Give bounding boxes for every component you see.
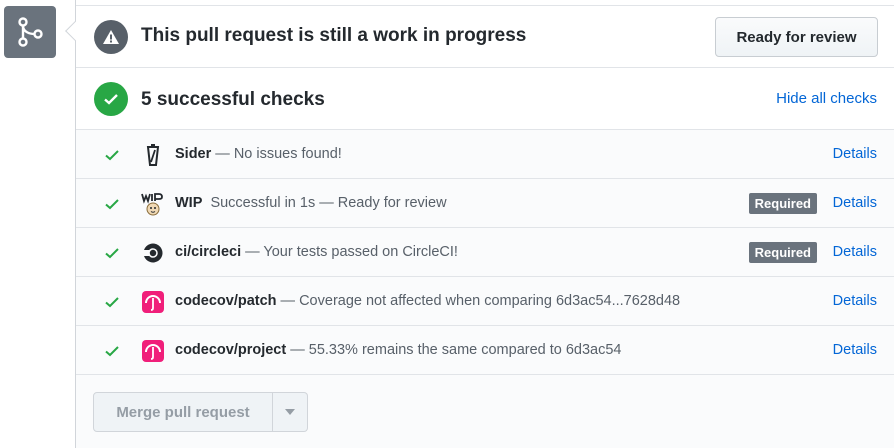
details-link[interactable]: Details xyxy=(833,342,877,358)
details-link[interactable]: Details xyxy=(833,244,877,260)
wip-title: This pull request is still a work in pro… xyxy=(141,25,527,46)
check-text: WIP Successful in 1s — Ready for review xyxy=(175,195,447,211)
merge-options-dropdown[interactable] xyxy=(273,392,308,432)
codecov-icon xyxy=(141,290,165,314)
check-text: codecov/patch — Coverage not affected wh… xyxy=(175,293,680,309)
check-description: — 55.33% remains the same compared to 6d… xyxy=(286,342,622,358)
merge-button-group: Merge pull request xyxy=(93,392,308,432)
merge-pull-request-button[interactable]: Merge pull request xyxy=(93,392,273,432)
check-row-codecov-project: codecov/project — 55.33% remains the sam… xyxy=(76,326,894,375)
required-badge: Required xyxy=(748,193,817,214)
details-link[interactable]: Details xyxy=(833,293,877,309)
check-name: codecov/patch xyxy=(175,293,277,309)
check-icon xyxy=(105,199,119,210)
checks-summary-row: 5 successful checks Hide all checks xyxy=(76,68,894,130)
check-icon xyxy=(105,248,119,259)
check-name: ci/circleci xyxy=(175,244,242,260)
check-icon xyxy=(105,297,119,308)
merge-status-panel: This pull request is still a work in pro… xyxy=(65,0,894,448)
circleci-icon xyxy=(141,241,165,265)
ready-for-review-button[interactable]: Ready for review xyxy=(715,17,878,57)
check-icon xyxy=(105,150,119,161)
success-check-icon xyxy=(94,82,128,116)
caret-down-icon xyxy=(285,409,295,415)
check-description: Successful in 1s — Ready for review xyxy=(202,195,447,211)
checks-list: Sider — No issues found! Details WIP Suc… xyxy=(76,130,894,375)
checks-summary-title: 5 successful checks xyxy=(141,89,325,110)
merge-area: Merge pull request xyxy=(76,375,894,448)
check-icon xyxy=(105,346,119,357)
wip-icon xyxy=(141,192,165,216)
check-text: ci/circleci — Your tests passed on Circl… xyxy=(175,244,458,260)
required-badge: Required xyxy=(748,242,817,263)
check-text: codecov/project — 55.33% remains the sam… xyxy=(175,342,622,358)
check-name: codecov/project xyxy=(175,342,287,358)
check-text: Sider — No issues found! xyxy=(175,146,342,162)
details-link[interactable]: Details xyxy=(833,146,877,162)
check-row-circleci: ci/circleci — Your tests passed on Circl… xyxy=(76,228,894,277)
check-description: — Your tests passed on CircleCI! xyxy=(241,244,458,260)
check-row-codecov-patch: codecov/patch — Coverage not affected wh… xyxy=(76,277,894,326)
check-name: Sider xyxy=(175,146,212,162)
check-row-wip: WIP Successful in 1s — Ready for review … xyxy=(76,179,894,228)
wip-status-row: This pull request is still a work in pro… xyxy=(76,6,894,68)
sider-icon xyxy=(141,143,165,167)
check-description: — No issues found! xyxy=(211,146,342,162)
codecov-icon xyxy=(141,339,165,363)
git-merge-icon xyxy=(4,6,56,58)
check-row-sider: Sider — No issues found! Details xyxy=(76,130,894,179)
check-name: WIP xyxy=(175,195,203,211)
alert-icon xyxy=(94,20,128,54)
hide-all-checks-link[interactable]: Hide all checks xyxy=(776,90,877,107)
check-description: — Coverage not affected when comparing 6… xyxy=(276,293,681,309)
details-link[interactable]: Details xyxy=(833,195,877,211)
